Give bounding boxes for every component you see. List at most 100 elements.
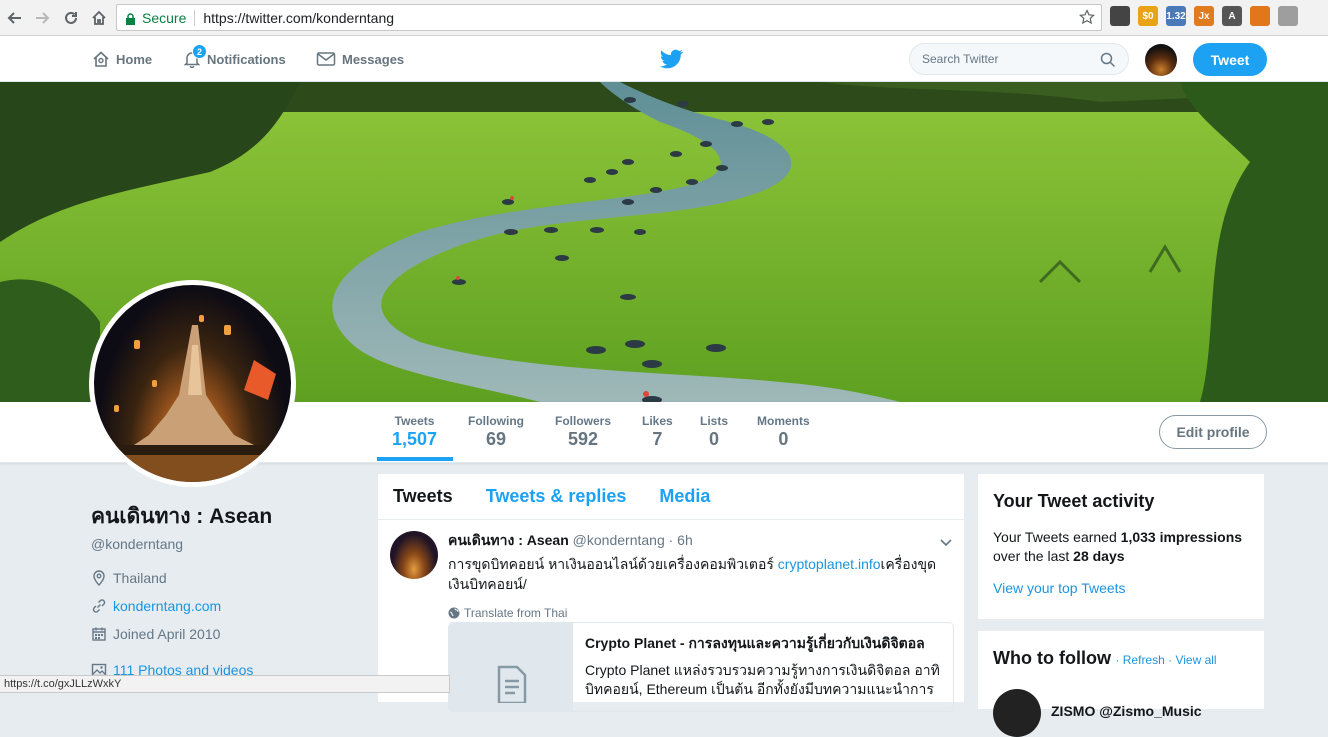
twitter-bird-icon[interactable] — [660, 49, 684, 74]
notifications-badge: 2 — [192, 44, 207, 59]
wtf-title: Who to follow — [993, 648, 1111, 668]
coin-extension-icon[interactable]: $0 — [1138, 6, 1158, 26]
profile-avatar[interactable] — [89, 280, 296, 487]
translate-link[interactable]: Translate from Thai — [448, 606, 952, 620]
address-bar[interactable]: Secure https://twitter.com/konderntang — [116, 4, 1102, 31]
timeline: Tweets Tweets & replies Media คนเดินทาง … — [377, 473, 965, 712]
account-avatar[interactable] — [1145, 44, 1177, 76]
stat-moments[interactable]: Moments 0 — [757, 414, 810, 450]
location-pin-icon — [93, 570, 105, 586]
who-to-follow-module: Who to follow · Refresh · View all ZISMO… — [977, 630, 1265, 737]
chevron-down-icon[interactable] — [940, 534, 952, 552]
card-title: Crypto Planet - การลงทุนและความรู้เกี่ยว… — [585, 635, 925, 651]
tab-tweets[interactable]: Tweets — [393, 486, 453, 507]
edit-profile-button[interactable]: Edit profile — [1159, 415, 1267, 449]
avatar-image — [94, 315, 291, 482]
tab-media[interactable]: Media — [659, 486, 710, 507]
refresh-link[interactable]: Refresh — [1123, 653, 1165, 667]
tweet-button[interactable]: Tweet — [1193, 43, 1267, 76]
tweet-avatar[interactable] — [390, 531, 438, 579]
card-description: Crypto Planet แหล่งรวบรวมความรู้ทางการเง… — [585, 662, 940, 697]
extension-icons: $0 1.32 Jx A — [1110, 6, 1298, 26]
tweet-header: คนเดินทาง : Asean @konderntang · 6h — [448, 530, 952, 552]
activity-impressions: 1,033 impressions — [1120, 529, 1243, 545]
activity-summary: Your Tweets earned 1,033 impressions ove… — [993, 528, 1249, 566]
tab-tweets-replies[interactable]: Tweets & replies — [486, 486, 627, 507]
reload-icon[interactable] — [58, 5, 84, 31]
search-icon[interactable] — [1100, 52, 1116, 71]
view-top-tweets-link[interactable]: View your top Tweets — [993, 580, 1249, 596]
fox-extension-icon[interactable] — [1250, 6, 1270, 26]
wtf-separator-2: · — [1164, 653, 1176, 667]
browser-toolbar: Secure https://twitter.com/konderntang $… — [0, 0, 1328, 36]
wtf-header: Who to follow · Refresh · View all — [993, 648, 1249, 669]
bookmark-star-icon[interactable] — [1079, 9, 1095, 28]
profile-name[interactable]: คนเดินทาง : Asean — [91, 500, 361, 533]
profile-handle[interactable]: @konderntang — [91, 536, 361, 552]
search-placeholder: Search Twitter — [922, 52, 999, 66]
gray-extension-icon[interactable] — [1278, 6, 1298, 26]
forward-icon[interactable] — [29, 5, 55, 31]
document-icon — [497, 665, 527, 703]
home-browser-icon[interactable] — [86, 5, 112, 31]
stat-tweets[interactable]: Tweets 1,507 — [392, 414, 437, 450]
stat-value: 7 — [652, 429, 663, 449]
lock-icon — [125, 12, 136, 25]
stat-likes[interactable]: Likes 7 — [642, 414, 673, 450]
stat-value: 0 — [709, 429, 720, 449]
globe-icon — [448, 607, 460, 619]
stat-value: 0 — [778, 429, 789, 449]
tweet-author-name[interactable]: คนเดินทาง : Asean — [448, 532, 569, 548]
stat-label: Followers — [555, 414, 612, 428]
profile-info: คนเดินทาง : Asean @konderntang Thailand … — [91, 500, 361, 678]
view-all-link[interactable]: View all — [1175, 653, 1216, 667]
stat-label: Likes — [642, 414, 673, 428]
stat-value: 592 — [567, 429, 599, 449]
card-thumbnail — [449, 623, 573, 711]
qr-extension-icon[interactable] — [1110, 6, 1130, 26]
stat-following[interactable]: Following 69 — [468, 414, 524, 450]
nav-home[interactable]: Home — [92, 36, 152, 82]
stat-followers[interactable]: Followers 592 — [555, 414, 611, 450]
tweet-text: การขุดบิทคอยน์ หาเงินออนไลน์ด้วยเครื่องค… — [448, 554, 952, 594]
stat-lists[interactable]: Lists 0 — [700, 414, 728, 450]
home-icon — [93, 51, 109, 67]
translate-label: Translate from Thai — [464, 606, 568, 620]
active-stat-underline — [377, 457, 453, 461]
suggestion-name[interactable]: ZISMO @Zismo_Music — [1051, 703, 1202, 719]
a-extension-icon[interactable]: A — [1222, 6, 1242, 26]
envelope-icon — [316, 52, 336, 66]
location-row: Thailand — [91, 570, 361, 586]
speed-extension-icon[interactable]: 1.32 — [1166, 6, 1186, 26]
suggestion-avatar[interactable] — [993, 689, 1041, 737]
website-link[interactable]: konderntang.com — [113, 598, 221, 614]
wtf-separator-1: · — [1115, 653, 1123, 667]
location-text: Thailand — [113, 570, 167, 586]
tweet-item[interactable]: คนเดินทาง : Asean @konderntang · 6h การข… — [378, 520, 964, 620]
tweet-text-before: การขุดบิทคอยน์ หาเงินออนไลน์ด้วยเครื่องค… — [448, 556, 778, 572]
nav-notifications[interactable]: Notifications — [183, 36, 286, 82]
url-text[interactable]: https://twitter.com/konderntang — [203, 10, 394, 26]
back-icon[interactable] — [2, 5, 28, 31]
activity-days: 28 days — [1073, 548, 1125, 564]
nav-messages[interactable]: Messages — [316, 36, 404, 82]
card-body: Crypto Planet - การลงทุนและความรู้เกี่ยว… — [585, 633, 945, 699]
omnibox-divider — [194, 9, 196, 26]
secure-indicator[interactable]: Secure — [117, 10, 186, 26]
stat-label: Moments — [757, 414, 810, 428]
search-input[interactable]: Search Twitter — [909, 43, 1129, 75]
timeline-tabs: Tweets Tweets & replies Media — [378, 474, 964, 520]
tweet-handle-time[interactable]: @konderntang · 6h — [573, 532, 693, 548]
calendar-icon — [92, 627, 106, 641]
activity-text-2: over the last — [993, 548, 1074, 564]
link-card[interactable]: Crypto Planet - การลงทุนและความรู้เกี่ยว… — [448, 622, 954, 712]
tweet-link[interactable]: cryptoplanet.info — [778, 556, 881, 572]
jx-extension-icon[interactable]: Jx — [1194, 6, 1214, 26]
link-icon — [92, 599, 106, 613]
website-row: konderntang.com — [91, 598, 361, 614]
browser-status-bar: https://t.co/gxJLLzWxkY — [0, 675, 450, 693]
stat-label: Following — [468, 414, 524, 428]
secure-label: Secure — [142, 9, 187, 26]
nav-messages-label: Messages — [342, 51, 405, 67]
stat-value: 1,507 — [392, 429, 438, 449]
